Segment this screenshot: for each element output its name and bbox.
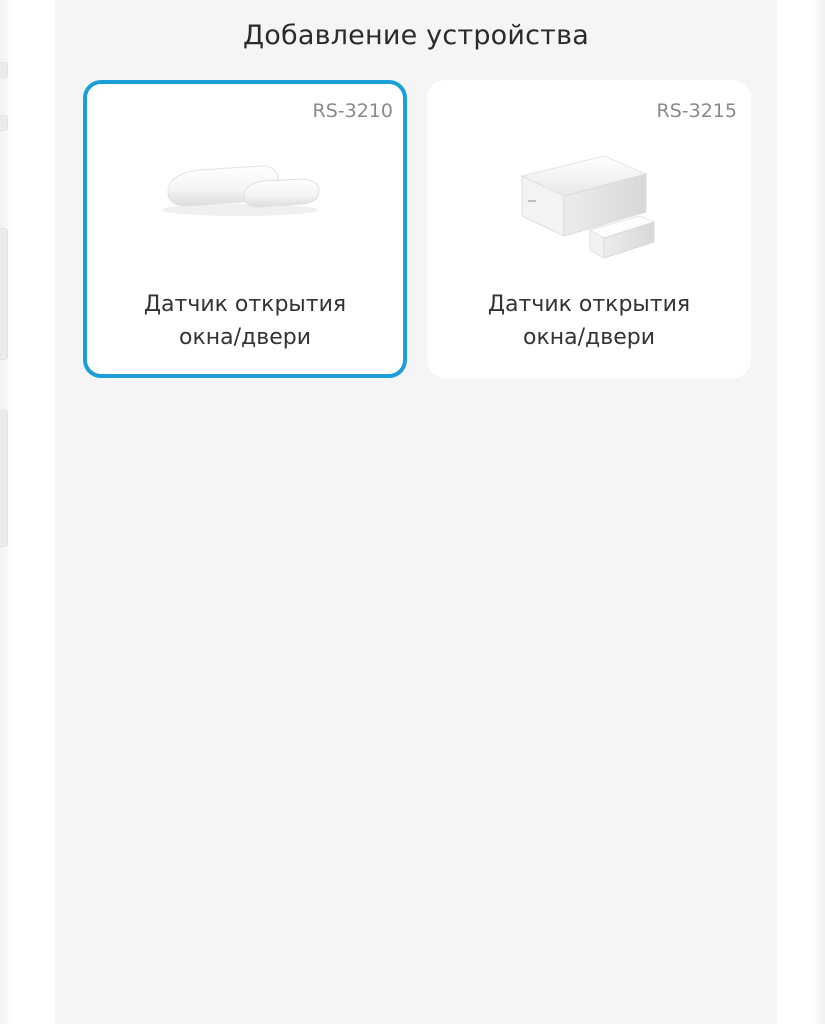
door-window-sensor-slim-icon bbox=[87, 152, 403, 272]
sensor-block-image bbox=[520, 155, 656, 259]
device-name: Датчик открытия окна/двери bbox=[427, 288, 751, 354]
device-card-rs-3210[interactable]: RS-3210 Датчик открытия окна/двери bbox=[83, 80, 407, 378]
device-model: RS-3210 bbox=[312, 100, 393, 122]
device-name-line-2: окна/двери bbox=[523, 325, 655, 350]
device-card-rs-3215[interactable]: RS-3215 Датчик открытия окна/двери bbox=[427, 80, 751, 378]
phone-side-button bbox=[0, 115, 8, 131]
device-name-line-1: Датчик открытия bbox=[143, 292, 347, 317]
device-name-line-1: Датчик открытия bbox=[487, 292, 691, 317]
phone-volume-up-button bbox=[0, 228, 8, 360]
device-name: Датчик открытия окна/двери bbox=[87, 288, 403, 354]
device-model: RS-3215 bbox=[656, 100, 737, 122]
door-window-sensor-block-icon bbox=[427, 152, 751, 272]
phone-side-button bbox=[0, 62, 8, 78]
page-title: Добавление устройства bbox=[243, 20, 589, 51]
phone-frame: Добавление устройства RS-3210 Датчик отк… bbox=[0, 0, 825, 1024]
device-name-line-2: окна/двери bbox=[179, 325, 311, 350]
app-screen: Добавление устройства RS-3210 Датчик отк… bbox=[55, 0, 777, 1024]
phone-edge-right bbox=[811, 0, 825, 1024]
sensor-slim-image bbox=[162, 165, 320, 216]
phone-volume-down-button bbox=[0, 410, 8, 547]
